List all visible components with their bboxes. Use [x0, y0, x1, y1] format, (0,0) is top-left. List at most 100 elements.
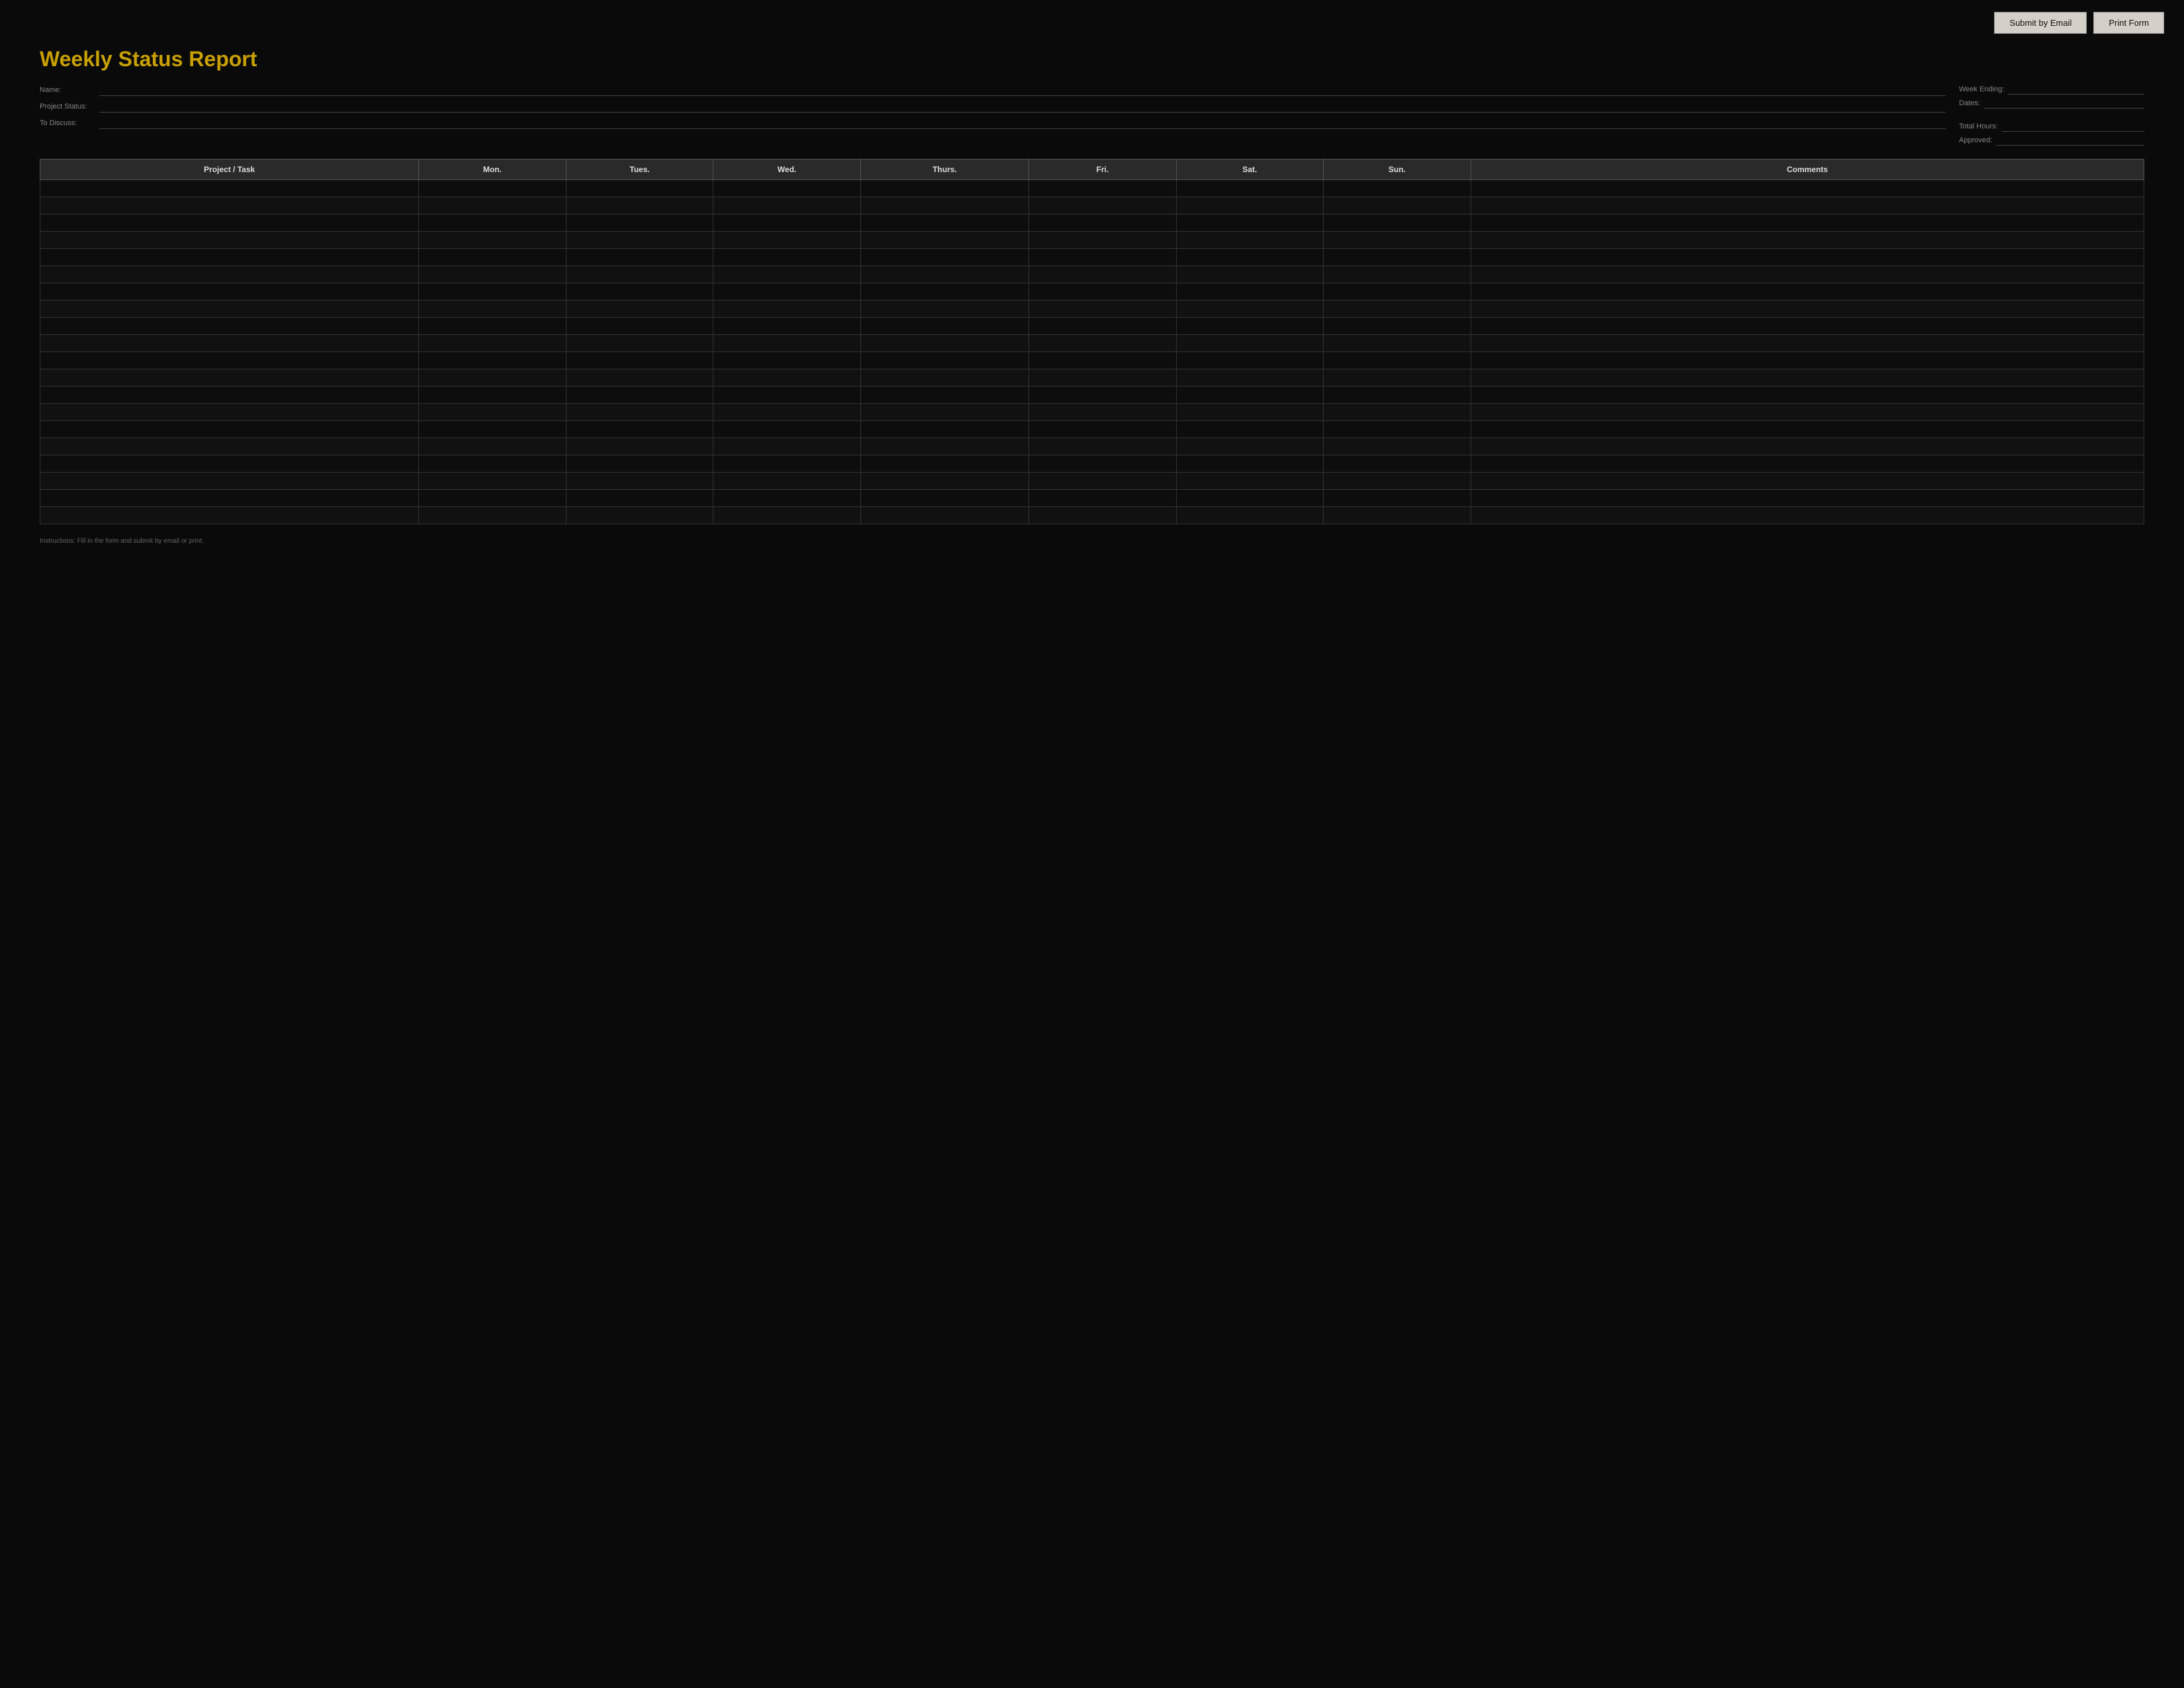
print-form-button[interactable]: Print Form	[2093, 12, 2164, 34]
cell-r17-c2-input[interactable]	[567, 473, 713, 489]
cell-r7-c2-input[interactable]	[567, 301, 713, 317]
cell-r14-c5-input[interactable]	[1029, 421, 1176, 438]
cell-r2-c4-input[interactable]	[861, 214, 1028, 231]
cell-r6-c4-input[interactable]	[861, 283, 1028, 300]
cell-r10-c1-input[interactable]	[419, 352, 566, 369]
cell-r10-c5-input[interactable]	[1029, 352, 1176, 369]
cell-r1-c1-input[interactable]	[419, 197, 566, 214]
cell-r14-c2-input[interactable]	[567, 421, 713, 438]
cell-r6-c7-input[interactable]	[1324, 283, 1471, 300]
cell-r19-c0-input[interactable]	[40, 507, 418, 524]
cell-r11-c7-input[interactable]	[1324, 369, 1471, 386]
cell-r14-c0-input[interactable]	[40, 421, 418, 438]
cell-r9-c6-input[interactable]	[1177, 335, 1324, 352]
cell-r12-c1-input[interactable]	[419, 387, 566, 403]
cell-r10-c0-input[interactable]	[40, 352, 418, 369]
cell-r18-c5-input[interactable]	[1029, 490, 1176, 506]
total-hours-input[interactable]	[2002, 120, 2144, 132]
cell-r7-c5-input[interactable]	[1029, 301, 1176, 317]
cell-r16-c5-input[interactable]	[1029, 455, 1176, 472]
cell-r13-c8-input[interactable]	[1471, 404, 2144, 420]
cell-r0-c3-input[interactable]	[713, 180, 860, 197]
cell-r11-c3-input[interactable]	[713, 369, 860, 386]
cell-r0-c7-input[interactable]	[1324, 180, 1471, 197]
cell-r7-c1-input[interactable]	[419, 301, 566, 317]
cell-r2-c2-input[interactable]	[567, 214, 713, 231]
cell-r0-c0-input[interactable]	[40, 180, 418, 197]
name-input[interactable]	[99, 83, 1946, 96]
cell-r10-c4-input[interactable]	[861, 352, 1028, 369]
cell-r10-c3-input[interactable]	[713, 352, 860, 369]
cell-r0-c1-input[interactable]	[419, 180, 566, 197]
cell-r16-c3-input[interactable]	[713, 455, 860, 472]
project-status-input[interactable]	[99, 100, 1946, 113]
cell-r12-c3-input[interactable]	[713, 387, 860, 403]
cell-r16-c0-input[interactable]	[40, 455, 418, 472]
cell-r3-c5-input[interactable]	[1029, 232, 1176, 248]
cell-r9-c7-input[interactable]	[1324, 335, 1471, 352]
cell-r11-c6-input[interactable]	[1177, 369, 1324, 386]
cell-r3-c1-input[interactable]	[419, 232, 566, 248]
cell-r14-c4-input[interactable]	[861, 421, 1028, 438]
cell-r13-c7-input[interactable]	[1324, 404, 1471, 420]
cell-r11-c1-input[interactable]	[419, 369, 566, 386]
cell-r5-c2-input[interactable]	[567, 266, 713, 283]
cell-r13-c3-input[interactable]	[713, 404, 860, 420]
cell-r15-c7-input[interactable]	[1324, 438, 1471, 455]
cell-r18-c4-input[interactable]	[861, 490, 1028, 506]
cell-r8-c5-input[interactable]	[1029, 318, 1176, 334]
cell-r16-c8-input[interactable]	[1471, 455, 2144, 472]
cell-r5-c7-input[interactable]	[1324, 266, 1471, 283]
cell-r5-c8-input[interactable]	[1471, 266, 2144, 283]
cell-r7-c0-input[interactable]	[40, 301, 418, 317]
cell-r13-c0-input[interactable]	[40, 404, 418, 420]
cell-r8-c7-input[interactable]	[1324, 318, 1471, 334]
cell-r7-c3-input[interactable]	[713, 301, 860, 317]
cell-r14-c8-input[interactable]	[1471, 421, 2144, 438]
cell-r13-c1-input[interactable]	[419, 404, 566, 420]
cell-r2-c0-input[interactable]	[40, 214, 418, 231]
cell-r3-c4-input[interactable]	[861, 232, 1028, 248]
cell-r1-c6-input[interactable]	[1177, 197, 1324, 214]
cell-r6-c2-input[interactable]	[567, 283, 713, 300]
cell-r12-c7-input[interactable]	[1324, 387, 1471, 403]
cell-r0-c8-input[interactable]	[1471, 180, 2144, 197]
cell-r6-c5-input[interactable]	[1029, 283, 1176, 300]
cell-r3-c6-input[interactable]	[1177, 232, 1324, 248]
cell-r15-c5-input[interactable]	[1029, 438, 1176, 455]
cell-r2-c3-input[interactable]	[713, 214, 860, 231]
cell-r8-c8-input[interactable]	[1471, 318, 2144, 334]
approved-input[interactable]	[1996, 134, 2144, 146]
cell-r2-c8-input[interactable]	[1471, 214, 2144, 231]
cell-r10-c8-input[interactable]	[1471, 352, 2144, 369]
cell-r15-c6-input[interactable]	[1177, 438, 1324, 455]
cell-r8-c6-input[interactable]	[1177, 318, 1324, 334]
cell-r7-c8-input[interactable]	[1471, 301, 2144, 317]
cell-r4-c7-input[interactable]	[1324, 249, 1471, 265]
cell-r17-c4-input[interactable]	[861, 473, 1028, 489]
cell-r0-c6-input[interactable]	[1177, 180, 1324, 197]
cell-r18-c7-input[interactable]	[1324, 490, 1471, 506]
to-discuss-input[interactable]	[99, 117, 1946, 129]
cell-r15-c3-input[interactable]	[713, 438, 860, 455]
cell-r12-c5-input[interactable]	[1029, 387, 1176, 403]
cell-r14-c3-input[interactable]	[713, 421, 860, 438]
cell-r0-c2-input[interactable]	[567, 180, 713, 197]
cell-r1-c3-input[interactable]	[713, 197, 860, 214]
cell-r12-c8-input[interactable]	[1471, 387, 2144, 403]
cell-r19-c5-input[interactable]	[1029, 507, 1176, 524]
cell-r5-c5-input[interactable]	[1029, 266, 1176, 283]
cell-r19-c1-input[interactable]	[419, 507, 566, 524]
cell-r2-c5-input[interactable]	[1029, 214, 1176, 231]
cell-r10-c7-input[interactable]	[1324, 352, 1471, 369]
cell-r17-c8-input[interactable]	[1471, 473, 2144, 489]
cell-r2-c6-input[interactable]	[1177, 214, 1324, 231]
cell-r19-c3-input[interactable]	[713, 507, 860, 524]
cell-r15-c2-input[interactable]	[567, 438, 713, 455]
cell-r8-c0-input[interactable]	[40, 318, 418, 334]
cell-r17-c5-input[interactable]	[1029, 473, 1176, 489]
cell-r18-c1-input[interactable]	[419, 490, 566, 506]
cell-r17-c3-input[interactable]	[713, 473, 860, 489]
cell-r4-c0-input[interactable]	[40, 249, 418, 265]
cell-r6-c1-input[interactable]	[419, 283, 566, 300]
